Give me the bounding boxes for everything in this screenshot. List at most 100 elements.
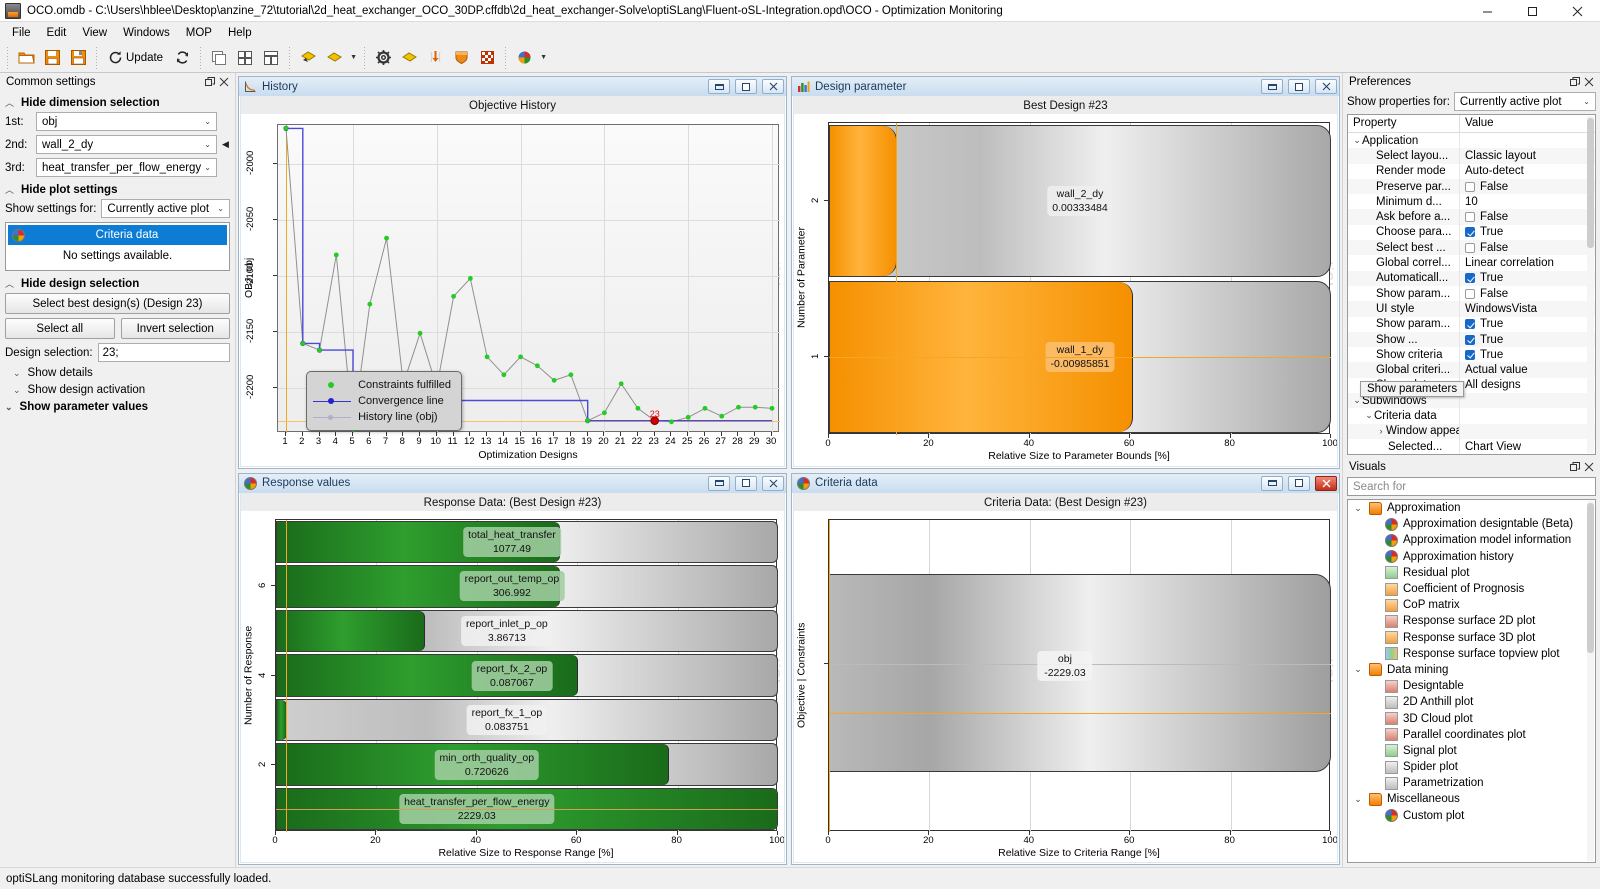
settings-gear-icon[interactable] bbox=[370, 45, 396, 71]
dim-2-combo[interactable]: wall_2_dy ⌄ bbox=[36, 135, 217, 154]
add-plot-icon[interactable] bbox=[321, 45, 347, 71]
visuals-tree-item[interactable]: ⌄ Miscellaneous bbox=[1348, 791, 1595, 807]
window-close-button[interactable] bbox=[1555, 0, 1600, 22]
visuals-search-input[interactable]: Search for bbox=[1347, 477, 1596, 496]
dim-1-combo[interactable]: obj ⌄ bbox=[36, 112, 217, 131]
preferences-row[interactable]: Show param... False bbox=[1348, 285, 1595, 302]
preferences-row[interactable]: UI style WindowsVista bbox=[1348, 301, 1595, 317]
checkbox[interactable] bbox=[1465, 227, 1475, 238]
criteria-data-minimize-button[interactable] bbox=[1261, 475, 1283, 491]
design-selection-input[interactable]: 23; bbox=[97, 343, 230, 362]
show-details-group[interactable]: ⌄ Show details bbox=[13, 367, 230, 379]
visuals-tree-item[interactable]: Coefficient of Prognosis bbox=[1348, 581, 1595, 597]
history-minimize-button[interactable] bbox=[708, 79, 730, 94]
chevron-down-icon-visuals[interactable]: ▼ bbox=[537, 45, 549, 71]
design-parameter-titlebar[interactable]: Design parameter bbox=[792, 77, 1339, 96]
response-values-chart[interactable]: total_heat_transfer 1077.49 report_out_tem… bbox=[241, 513, 784, 863]
twisty-icon[interactable]: ⌄ bbox=[1352, 794, 1364, 805]
checkerboard-icon[interactable] bbox=[474, 45, 500, 71]
close-icon[interactable] bbox=[1582, 460, 1596, 474]
preferences-row[interactable]: Automaticall... True bbox=[1348, 270, 1595, 286]
menu-file[interactable]: File bbox=[4, 24, 39, 42]
preferences-row[interactable]: ⌄ Application bbox=[1348, 133, 1595, 149]
response-values-restore-button[interactable] bbox=[735, 475, 757, 491]
close-icon[interactable] bbox=[1582, 75, 1596, 89]
design-parameter-minimize-button[interactable] bbox=[1261, 79, 1283, 94]
select-all-button[interactable]: Select all bbox=[5, 318, 115, 339]
preferences-row[interactable]: Show criteria True bbox=[1348, 347, 1595, 363]
preferences-row[interactable]: Show param... True bbox=[1348, 316, 1595, 332]
visuals-icon[interactable] bbox=[511, 45, 537, 71]
checkbox[interactable] bbox=[1465, 334, 1475, 345]
preferences-row[interactable]: ⌄ Criteria data bbox=[1348, 408, 1595, 424]
response-values-minimize-button[interactable] bbox=[708, 475, 730, 491]
history-close-button[interactable] bbox=[762, 79, 784, 94]
import-icon[interactable] bbox=[422, 45, 448, 71]
checkbox[interactable] bbox=[1465, 212, 1475, 223]
checkbox[interactable] bbox=[1465, 181, 1475, 192]
visuals-tree[interactable]: ⌄ Approximation Approximation designtable … bbox=[1347, 499, 1596, 863]
preferences-row[interactable]: Ask before a... False bbox=[1348, 209, 1595, 225]
preferences-row[interactable]: Minimum d... 10 bbox=[1348, 194, 1595, 210]
preferences-row[interactable]: Render mode Auto-detect bbox=[1348, 163, 1595, 179]
design-selection-group[interactable]: ︿ Hide design selection bbox=[5, 277, 230, 290]
checkbox[interactable] bbox=[1465, 273, 1475, 284]
response-values-titlebar[interactable]: Response values bbox=[239, 473, 786, 493]
save-as-icon[interactable] bbox=[65, 45, 91, 71]
visuals-tree-item[interactable]: Response surface 2D plot bbox=[1348, 613, 1595, 629]
visuals-tree-item[interactable]: Response surface 3D plot bbox=[1348, 630, 1595, 646]
window-maximize-button[interactable] bbox=[1510, 0, 1555, 22]
visuals-tree-item[interactable]: Response surface topview plot bbox=[1348, 646, 1595, 662]
show-settings-combo[interactable]: Currently active plot ⌄ bbox=[101, 199, 230, 218]
visuals-tree-item[interactable]: Spider plot bbox=[1348, 759, 1595, 775]
refresh-icon[interactable] bbox=[169, 45, 195, 71]
visuals-tree-item[interactable]: Approximation history bbox=[1348, 549, 1595, 565]
preferences-row[interactable]: Show ... True bbox=[1348, 331, 1595, 348]
menu-windows[interactable]: Windows bbox=[115, 24, 178, 42]
checkbox[interactable] bbox=[1465, 242, 1475, 253]
visuals-tree-item[interactable]: Residual plot bbox=[1348, 565, 1595, 581]
preferences-row[interactable]: Select best ... False bbox=[1348, 240, 1595, 256]
dimension-selection-group[interactable]: ︿ Hide dimension selection bbox=[5, 96, 230, 109]
twisty-icon[interactable]: ⌄ bbox=[1352, 503, 1364, 514]
visuals-tree-item[interactable]: ⌄ Approximation bbox=[1348, 500, 1595, 516]
collapse-left-icon[interactable]: ◀ bbox=[222, 139, 230, 150]
cascade-windows-icon[interactable] bbox=[206, 45, 232, 71]
criteria-data-close-button[interactable] bbox=[1315, 475, 1337, 491]
menu-help[interactable]: Help bbox=[220, 24, 260, 42]
window-minimize-button[interactable] bbox=[1465, 0, 1510, 22]
visuals-tree-item[interactable]: CoP matrix bbox=[1348, 597, 1595, 613]
preferences-row[interactable]: ›Window appearance bbox=[1348, 423, 1595, 439]
twisty-icon[interactable]: ⌄ bbox=[1364, 410, 1374, 421]
tile-windows-icon[interactable] bbox=[232, 45, 258, 71]
criteria-icon[interactable] bbox=[396, 45, 422, 71]
visuals-tree-item[interactable]: 3D Cloud plot bbox=[1348, 710, 1595, 726]
preferences-scrollbar[interactable] bbox=[1587, 116, 1594, 453]
design-parameter-restore-button[interactable] bbox=[1288, 79, 1310, 94]
save-icon[interactable] bbox=[39, 45, 65, 71]
preferences-row[interactable]: Global criteri... Actual value bbox=[1348, 362, 1595, 378]
update-button[interactable]: Update bbox=[102, 45, 169, 71]
menu-view[interactable]: View bbox=[74, 24, 115, 42]
checkbox[interactable] bbox=[1465, 349, 1475, 360]
checkbox[interactable] bbox=[1465, 288, 1475, 299]
invert-selection-button[interactable]: Invert selection bbox=[120, 318, 230, 339]
visuals-scrollbar[interactable] bbox=[1587, 501, 1594, 861]
design-parameter-close-button[interactable] bbox=[1315, 79, 1337, 94]
visuals-tree-item[interactable]: Approximation model information bbox=[1348, 532, 1595, 548]
history-chart[interactable]: 23 Constraints fulfilled Convergence line H… bbox=[241, 116, 784, 466]
visuals-tree-item[interactable]: Designtable bbox=[1348, 678, 1595, 694]
chevron-down-icon-plots[interactable]: ▼ bbox=[347, 45, 359, 71]
show-design-activation-group[interactable]: ⌄ Show design activation bbox=[13, 384, 230, 396]
close-icon[interactable] bbox=[217, 75, 231, 89]
preferences-table[interactable]: Property Value ⌄ Application Select layou.… bbox=[1347, 114, 1596, 455]
visuals-tree-item[interactable]: ⌄ Data mining bbox=[1348, 662, 1595, 678]
twisty-icon[interactable]: › bbox=[1376, 426, 1386, 436]
menu-edit[interactable]: Edit bbox=[39, 24, 75, 42]
open-folder-icon[interactable] bbox=[13, 45, 39, 71]
history-restore-button[interactable] bbox=[735, 79, 757, 94]
criteria-data-restore-button[interactable] bbox=[1288, 475, 1310, 491]
visuals-tree-item[interactable]: Parametrization bbox=[1348, 775, 1595, 791]
response-values-close-button[interactable] bbox=[762, 475, 784, 491]
twisty-icon[interactable]: ⌄ bbox=[1352, 664, 1364, 675]
